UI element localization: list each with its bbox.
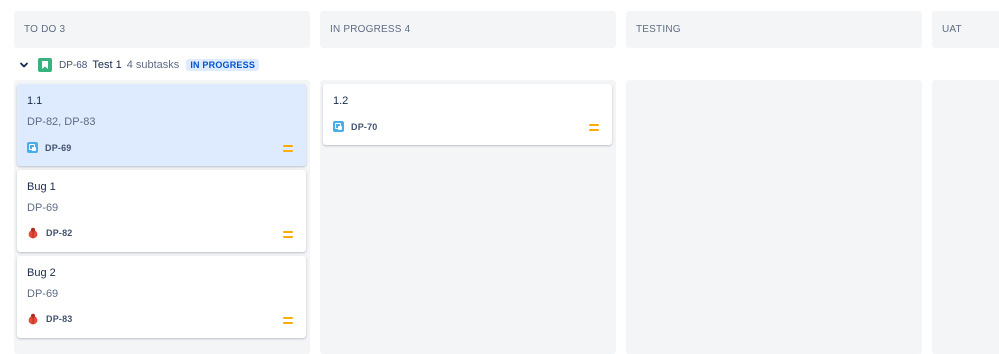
column-title: UAT xyxy=(942,24,962,35)
issue-card[interactable]: 1.2 DP-70 xyxy=(323,84,612,145)
column-title: TESTING xyxy=(636,24,681,35)
priority-medium-icon xyxy=(283,145,293,152)
card-footer: DP-70 xyxy=(333,121,378,132)
story-icon xyxy=(38,58,52,72)
card-key[interactable]: DP-83 xyxy=(46,314,73,324)
column-title: TO DO 3 xyxy=(24,24,66,35)
card-footer: DP-83 xyxy=(27,313,73,325)
card-footer: DP-69 xyxy=(27,142,72,153)
swimlane-issue-key[interactable]: DP-68 xyxy=(59,60,87,71)
card-title: 1.1 xyxy=(27,95,43,107)
chevron-down-icon[interactable] xyxy=(18,59,30,71)
bug-icon xyxy=(28,227,38,239)
column-title: IN PROGRESS 4 xyxy=(330,24,411,35)
priority-medium-icon xyxy=(283,317,293,324)
subtask-icon xyxy=(333,121,344,132)
subtask-count: 4 subtasks xyxy=(126,59,180,71)
swimlane-title: Test 1 xyxy=(92,59,122,71)
card-title: Bug 1 xyxy=(27,181,56,193)
priority-medium-icon xyxy=(589,124,599,131)
card-linked-issues: DP-82, DP-83 xyxy=(27,116,96,128)
card-key[interactable]: DP-70 xyxy=(351,122,378,132)
swimlane-header[interactable]: DP-68 Test 1 4 subtasks IN PROGRESS xyxy=(18,56,260,74)
column-header-uat: UAT xyxy=(932,11,999,48)
issue-card[interactable]: 1.1 DP-82, DP-83 DP-69 xyxy=(17,84,306,166)
card-title: 1.2 xyxy=(333,95,349,107)
issue-card[interactable]: Bug 2 DP-69 DP-83 xyxy=(17,256,306,338)
card-footer: DP-82 xyxy=(27,227,73,239)
bug-icon xyxy=(28,313,38,325)
card-title: Bug 2 xyxy=(27,267,56,279)
card-key[interactable]: DP-69 xyxy=(45,143,72,153)
column-header-testing: TESTING xyxy=(626,11,922,48)
column-header-in-progress: IN PROGRESS 4 xyxy=(320,11,616,48)
card-key[interactable]: DP-82 xyxy=(46,228,73,238)
status-badge: IN PROGRESS xyxy=(186,59,260,71)
column-body-testing xyxy=(626,80,922,354)
priority-medium-icon xyxy=(283,231,293,238)
column-header-todo: TO DO 3 xyxy=(14,11,310,48)
subtask-icon xyxy=(27,142,38,153)
column-body-uat xyxy=(932,80,999,354)
issue-card[interactable]: Bug 1 DP-69 DP-82 xyxy=(17,170,306,252)
card-linked-issues: DP-69 xyxy=(27,202,59,214)
card-linked-issues: DP-69 xyxy=(27,288,59,300)
